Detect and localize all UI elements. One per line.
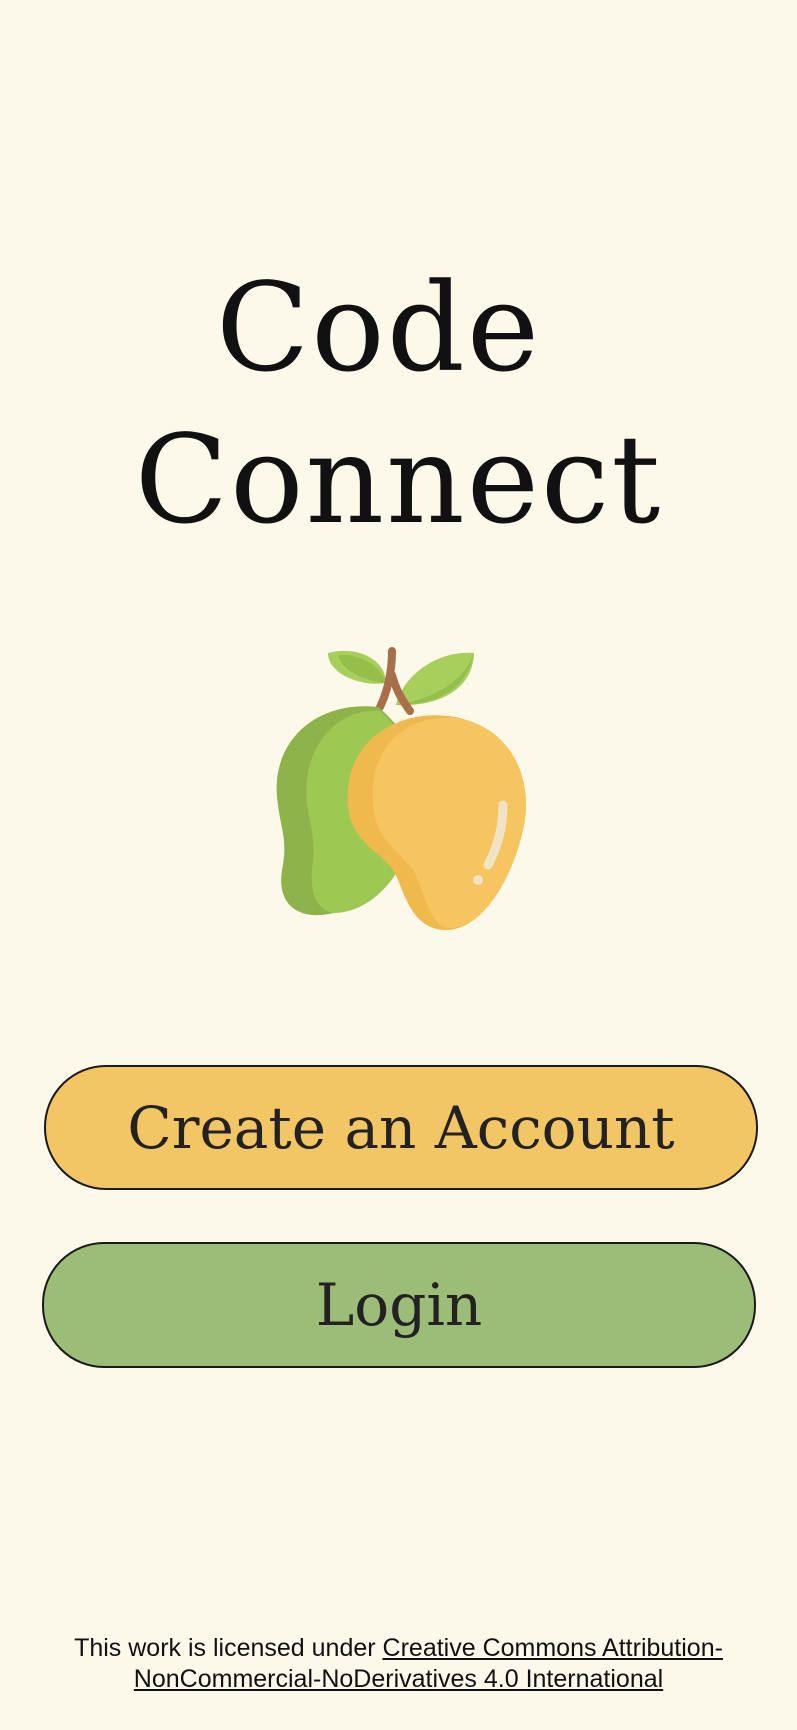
mango-icon	[268, 645, 528, 935]
app-title-line1: Code	[215, 257, 542, 399]
license-footer: This work is licensed under Creative Com…	[0, 1633, 797, 1695]
license-link-line1[interactable]: Creative Commons Attribution-	[383, 1634, 723, 1662]
app-title-line2: Connect	[134, 409, 663, 551]
login-button[interactable]: Login	[42, 1242, 756, 1368]
create-account-button[interactable]: Create an Account	[44, 1065, 758, 1190]
license-text: This work is licensed under	[74, 1634, 383, 1662]
license-link-line2[interactable]: NonCommercial-NoDerivatives 4.0 Internat…	[134, 1665, 663, 1693]
